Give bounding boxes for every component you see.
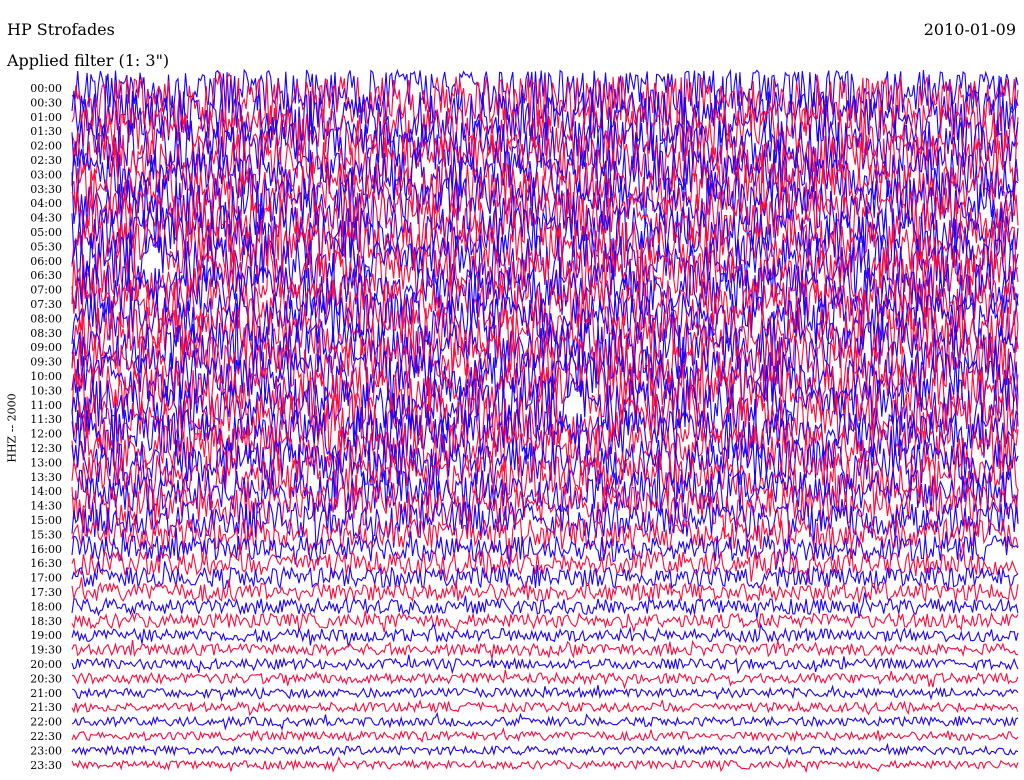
time-tick-label: 18:00 [30,600,62,613]
time-tick-label: 03:00 [30,168,62,181]
filter-label: Applied filter (1: 3") [7,51,170,70]
trace-line [71,610,1019,634]
time-tick-label: 19:30 [30,644,62,657]
trace-line [71,711,1019,731]
time-tick-label: 17:00 [30,572,62,585]
time-tick-label: 22:00 [30,716,62,729]
trace-line [71,669,1019,690]
helicorder-plot: 00:0000:30 01:0001:30 02:0002:3003:00 03:30… [30,68,1019,774]
time-tick-label: 14:00 [30,485,62,498]
trace-line [71,654,1019,675]
time-tick-label: 04:30 [30,212,62,225]
time-tick-label: 23:30 [30,759,62,772]
time-tick-label: 20:00 [30,658,62,671]
trace-line [71,755,1019,774]
time-tick-label: 05:30 [30,240,62,253]
record-date: 2010-01-09 [923,20,1016,39]
time-tick-label: 09:00 [30,341,62,354]
trace-line [71,639,1019,659]
time-tick-label: 03:30 [30,183,62,196]
time-tick-label: 08:00 [30,312,62,325]
time-tick-label: 12:00 [30,428,62,441]
channel-axis-label: HHZ -- 2000 [5,393,19,463]
time-tick-label: 11:00 [30,399,62,412]
time-tick-label: 07:30 [30,298,62,311]
time-tick-label: 05:00 [30,226,62,239]
time-tick-label: 13:30 [30,471,62,484]
time-tick-label: 20:30 [30,672,62,685]
time-tick-label: 16:00 [30,543,62,556]
time-tick-label: 11:30 [30,413,62,426]
time-tick-label: 18:30 [30,615,62,628]
time-tick-label: 21:30 [30,701,62,714]
time-tick-label: 06:30 [30,269,62,282]
time-tick-label: 00:00 [30,82,62,95]
trace-line [71,727,1019,743]
time-tick-label: 07:00 [30,284,62,297]
time-tick-label: 15:00 [30,514,62,527]
time-tick-label: 00:30 [30,96,62,109]
trace-line [71,684,1019,703]
trace-line [71,699,1019,717]
trace-line [71,742,1019,757]
time-tick-label: 19:00 [30,629,62,642]
time-tick-label: 10:00 [30,370,62,383]
time-tick-label: 13:00 [30,456,62,469]
time-tick-label: 16:30 [30,557,62,570]
time-tick-label: 02:00 [30,140,62,153]
time-tick-label: 01:00 [30,111,62,124]
time-tick-label: 02:30 [30,154,62,167]
trace-line [71,527,1019,570]
time-tick-label: 04:00 [30,197,62,210]
time-tick-label: 10:30 [30,384,62,397]
time-tick-label: 15:30 [30,528,62,541]
time-tick-label: 12:30 [30,442,62,455]
time-tick-label: 21:00 [30,687,62,700]
time-tick-label: 22:30 [30,730,62,743]
time-tick-label: 01:30 [30,125,62,138]
time-tick-label: 09:30 [30,356,62,369]
time-tick-label: 17:30 [30,586,62,599]
time-tick-label: 08:30 [30,327,62,340]
time-tick-label: 23:00 [30,744,62,757]
station-title: HP Strofades [7,20,115,39]
time-tick-label: 06:00 [30,255,62,268]
time-tick-label: 14:30 [30,500,62,513]
